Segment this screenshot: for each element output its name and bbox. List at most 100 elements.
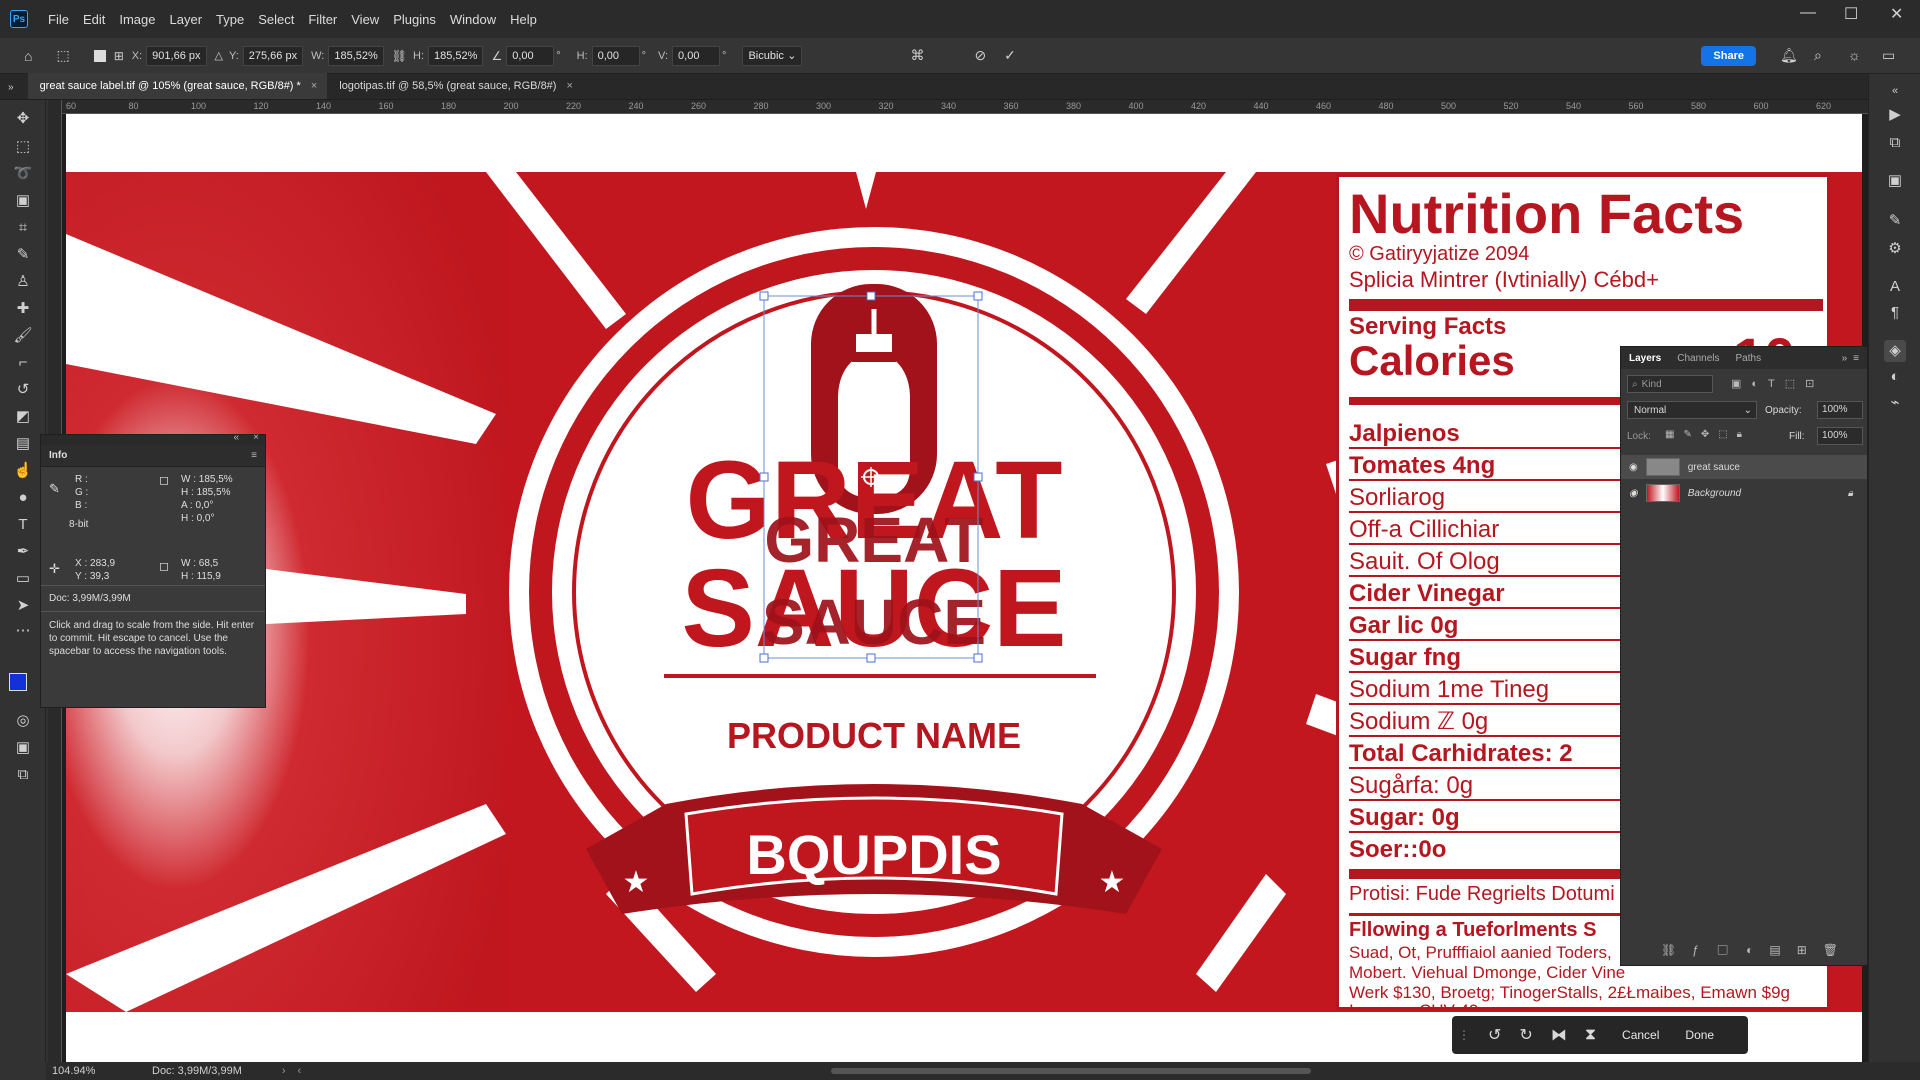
healing-brush-tool-icon[interactable]: ✚ [12,298,34,320]
frame-tool-icon[interactable]: ⧉ [12,764,34,786]
link-icon[interactable]: ⛓ [392,49,407,63]
info-panel-grip[interactable]: « × [41,432,265,445]
flip-horizontal-icon[interactable]: ⧓ [1551,1025,1567,1045]
minimize-icon[interactable]: — [1800,4,1816,22]
visibility-eye-icon[interactable]: ◉ [1629,488,1638,499]
rotate-right-icon[interactable]: ↻ [1519,1025,1532,1045]
width-field[interactable]: 185,52% [328,45,384,66]
gradient-tool-icon[interactable]: ▤ [12,433,34,455]
collapse-icon[interactable]: « [233,432,239,443]
eraser-tool-icon[interactable]: ◩ [12,406,34,428]
move-tool-icon[interactable]: ✥ [12,108,34,130]
share-button[interactable]: Share [1701,46,1756,66]
reference-point-checkbox[interactable] [93,49,106,62]
opacity-field[interactable]: 100% [1817,401,1863,419]
workspace-icon[interactable]: ▭ [1882,47,1895,64]
type-tool-icon[interactable]: T [12,514,34,536]
paragraph-icon[interactable]: ¶ [1884,302,1906,324]
stamp-tool-icon[interactable]: ♙ [12,271,34,293]
layer-filter-icons[interactable]: ▣◐T⬚⊡ [1731,377,1824,390]
bell-icon[interactable]: 🔔︎ [1780,47,1798,64]
cancel-button[interactable]: Cancel [1612,1028,1669,1042]
visibility-eye-icon[interactable]: ◉ [1629,462,1638,473]
libraries-icon[interactable]: ▣ [1884,170,1906,192]
history-icon[interactable]: ⧉ [1884,132,1906,154]
flip-vertical-icon[interactable]: ⧗ [1585,1026,1596,1044]
close-window-icon[interactable]: ✕ [1890,4,1903,24]
quick-mask-icon[interactable]: ◎ [12,710,34,732]
search-icon[interactable]: ⌕ [1814,47,1822,64]
maximize-icon[interactable]: ☐ [1844,4,1858,24]
menu-help[interactable]: Help [510,12,537,27]
adjustments-icon[interactable]: ⚙ [1884,238,1906,260]
fill-field[interactable]: 100% [1817,427,1863,445]
lasso-tool-icon[interactable]: ➰ [12,163,34,185]
tab-paths[interactable]: Paths [1728,353,1770,364]
close-tab-icon[interactable]: × [566,80,572,92]
cancel-transform-icon[interactable]: ⊘ [974,47,986,64]
scroll-left-icon[interactable]: ‹ [298,1065,302,1077]
horizontal-scrollbar[interactable] [831,1068,1312,1074]
commit-transform-icon[interactable]: ✓ [1004,47,1016,64]
dodge-tool-icon[interactable]: ● [12,487,34,509]
height-field[interactable]: 185,52% [428,45,484,66]
transform-mode-icon[interactable]: ⬚ [56,47,69,64]
tab-great-sauce-label[interactable]: great sauce label.tif @ 105% (great sauc… [27,73,328,99]
zoom-level[interactable]: 104.94% [52,1065,112,1077]
menu-type[interactable]: Type [216,12,244,27]
brush-settings-icon[interactable]: ✎ [1884,210,1906,232]
lock-icons[interactable]: ▦✎✥⬚🔒︎ [1665,429,1751,440]
interpolation-select[interactable]: Bicubic ⌄ [742,45,803,66]
screen-mode-icon[interactable]: ▣ [12,737,34,759]
clone-brush-tool-icon[interactable]: ⌐ [12,352,34,374]
shape-tool-icon[interactable]: ▭ [12,568,34,590]
crop-tool-icon[interactable]: ⌗ [12,217,34,239]
paths-icon[interactable]: ⌁ [1884,392,1906,414]
canvas-area[interactable]: GREAT SAUCE GREAT SAUCE PRODUCT NAME BQU… [62,114,1868,1062]
menu-plugins[interactable]: Plugins [393,12,436,27]
menu-filter[interactable]: Filter [308,12,337,27]
status-menu-icon[interactable]: › [282,1065,286,1077]
horizontal-ruler[interactable]: 60 80 100 120 140 160 180 200 220 240 260 280 300 320… [62,100,1868,114]
photoshop-logo-icon[interactable]: Ps [10,10,28,28]
close-panel-icon[interactable]: × [253,432,259,443]
channels-icon[interactable]: ◐ [1884,366,1906,388]
tab-logotipas[interactable]: logotipas.tif @ 58,5% (great sauce, RGB/… [327,73,583,99]
warp-icon[interactable]: ⌘ [910,47,924,64]
panel-menu-icon[interactable]: ≡ [1853,353,1859,364]
pen-tool-icon[interactable]: ✒ [12,541,34,563]
character-icon[interactable]: A [1884,276,1906,298]
home-icon[interactable]: ⌂ [24,48,32,64]
expand-panel-icon[interactable]: » [1842,353,1848,364]
menu-view[interactable]: View [351,12,379,27]
done-button[interactable]: Done [1675,1028,1724,1042]
marquee-tool-icon[interactable]: ⬚ [12,136,34,158]
brush-tool-icon[interactable]: 🖌︎ [12,325,34,347]
discover-icon[interactable]: ☼ [1848,47,1861,63]
blend-mode-select[interactable]: Normal ⌄ [1627,401,1757,419]
collapse-toolbar-icon[interactable]: » [8,82,14,93]
object-selection-tool-icon[interactable]: ▣ [12,190,34,212]
menu-select[interactable]: Select [258,12,294,27]
eyedropper-tool-icon[interactable]: ✎ [12,244,34,266]
menu-edit[interactable]: Edit [83,12,105,27]
more-tools-icon[interactable]: ⋯ [12,620,34,642]
document-canvas[interactable]: GREAT SAUCE GREAT SAUCE PRODUCT NAME BQU… [66,114,1862,1062]
angle-field[interactable]: 0,00 [506,45,555,66]
collapse-panels-icon[interactable]: « [1884,80,1906,102]
x-position-field[interactable]: 901,66 px [146,45,207,66]
tab-layers[interactable]: Layers [1621,353,1669,364]
menu-layer[interactable]: Layer [170,12,203,27]
rotate-left-icon[interactable]: ↺ [1488,1025,1501,1045]
layers-footer-icons[interactable]: ⛓ƒ◻◐▤⊞🗑︎ [1661,943,1854,957]
drag-handle-icon[interactable]: ⋮ [1458,1028,1470,1042]
foreground-color-swatch[interactable] [9,673,27,691]
smudge-tool-icon[interactable]: ☝ [12,460,34,482]
menu-file[interactable]: File [48,12,69,27]
play-actions-icon[interactable]: ▶ [1884,104,1906,126]
menu-window[interactable]: Window [450,12,496,27]
panel-menu-icon[interactable]: ≡ [251,450,257,461]
vertical-skew-field[interactable]: 0,00 [672,45,721,66]
tab-channels[interactable]: Channels [1669,353,1727,364]
layer-filter-input[interactable]: ⌕ Kind [1627,375,1713,393]
